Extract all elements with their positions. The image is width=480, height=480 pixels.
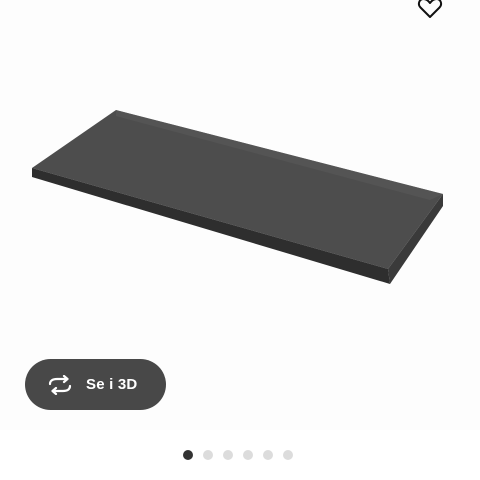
carousel-dot[interactable] [283,450,293,460]
view-3d-label: Se i 3D [86,376,138,393]
carousel-dots [183,449,293,461]
view-3d-button[interactable]: Se i 3D [25,359,166,410]
favorite-button[interactable] [414,0,446,22]
rotate-3d-icon [48,374,72,395]
carousel-dot[interactable] [203,450,213,460]
carousel-dot[interactable] [183,450,193,460]
carousel-dot[interactable] [223,450,233,460]
heart-icon [417,0,443,18]
carousel-dot[interactable] [243,450,253,460]
product-image-area: Se i 3D [0,0,480,430]
carousel-dot[interactable] [263,450,273,460]
